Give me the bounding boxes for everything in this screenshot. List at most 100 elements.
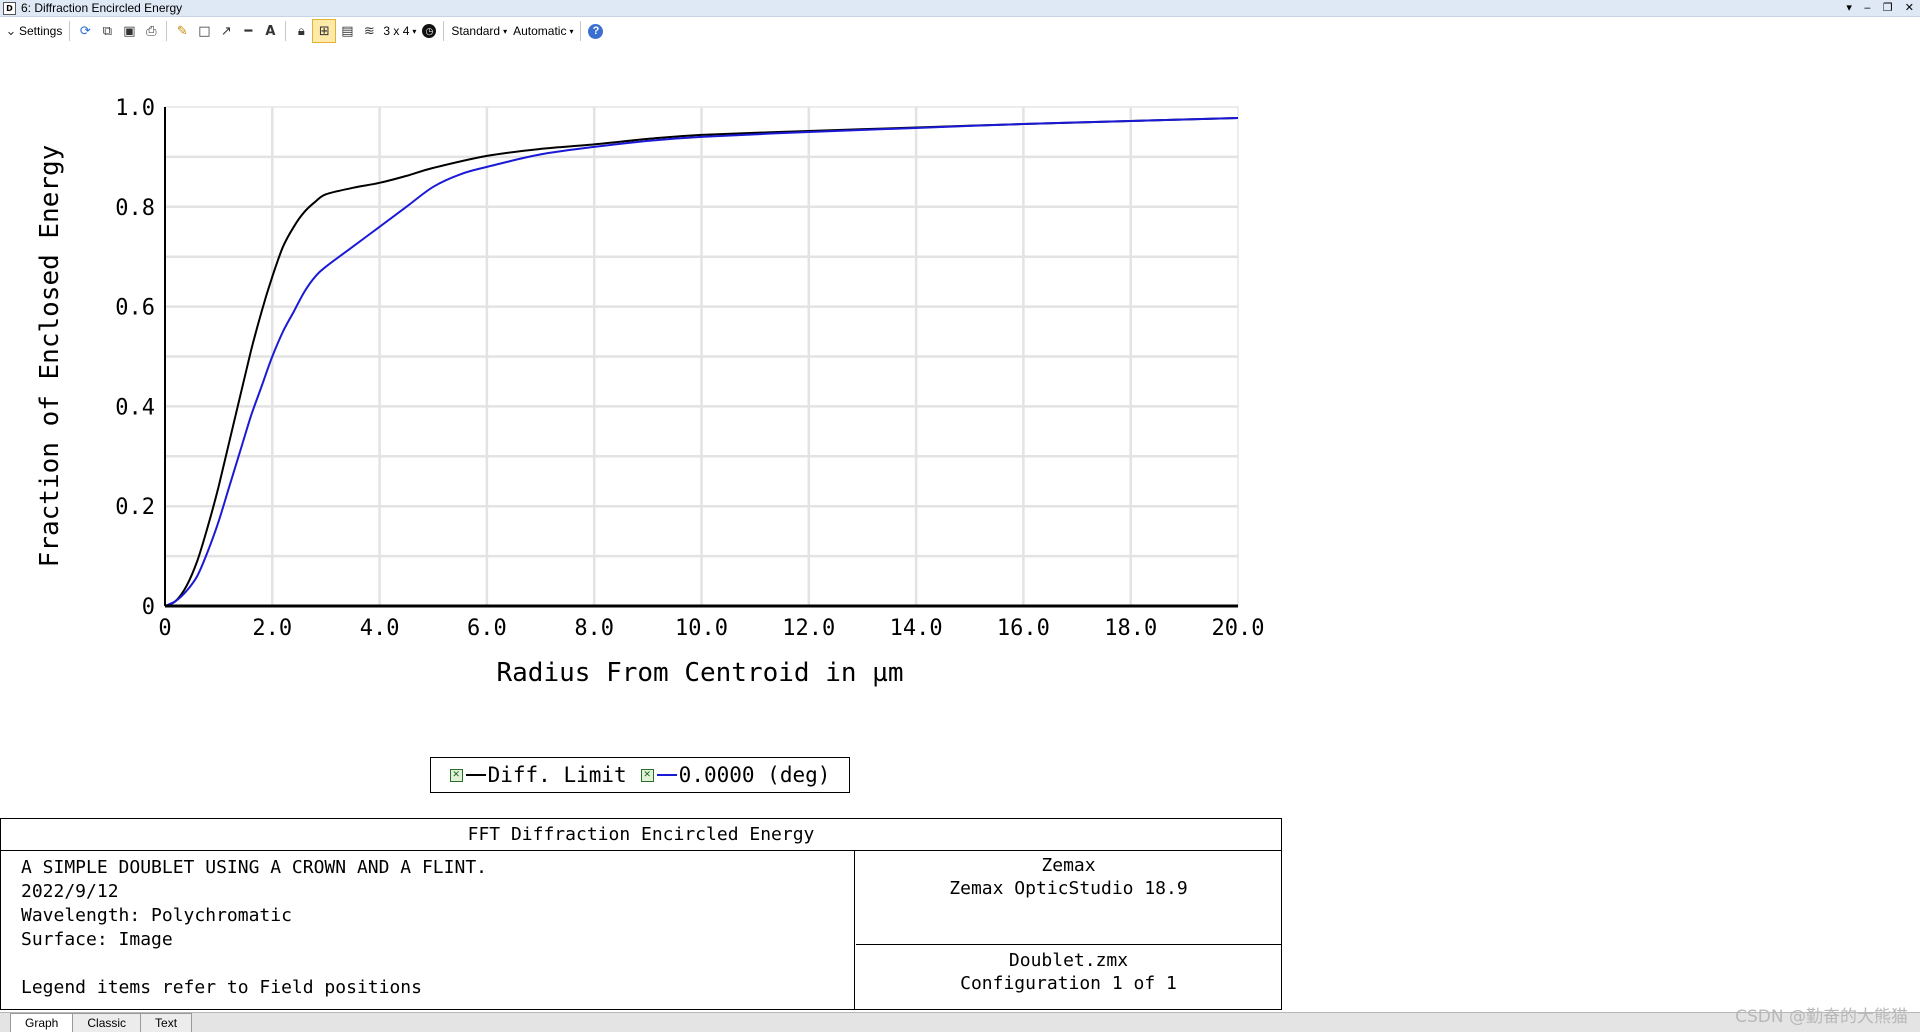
- window-title: 6: Diffraction Encircled Energy: [21, 1, 183, 15]
- text-button[interactable]: A: [259, 20, 281, 42]
- x-tick-label: 18.0: [1104, 616, 1157, 641]
- tab-graph[interactable]: Graph: [10, 1013, 74, 1032]
- save-icon: ▣: [123, 23, 136, 39]
- toolbar-divider: [166, 21, 168, 41]
- x-tick-label: 2.0: [252, 616, 292, 641]
- legend-swatch: [465, 774, 486, 776]
- configuration: Configuration 1 of 1: [960, 973, 1177, 994]
- info-left: A SIMPLE DOUBLET USING A CROWN AND A FLI…: [1, 851, 855, 1009]
- layers-button[interactable]: ≋: [358, 20, 380, 42]
- toolbar-divider: [69, 21, 71, 41]
- help-icon: ?: [588, 23, 604, 39]
- x-tick-label: 4.0: [360, 616, 400, 641]
- lock-button[interactable]: 🔒︎: [290, 20, 312, 42]
- automatic-dropdown[interactable]: Automatic ▾: [510, 20, 576, 42]
- vendor-name: Zemax: [1041, 855, 1096, 876]
- dropdown-arrow-icon[interactable]: ▾: [1846, 0, 1852, 16]
- copy-icon: ⧉: [102, 23, 112, 39]
- layout-button[interactable]: ⊞: [312, 19, 337, 43]
- info-line: 2022/9/12: [21, 881, 119, 902]
- legend-label: Diff. Limit: [487, 763, 627, 787]
- legend-item-diff-limit[interactable]: ✕ Diff. Limit: [449, 763, 627, 787]
- software-version: Zemax OpticStudio 18.9: [949, 878, 1188, 899]
- tab-classic[interactable]: Classic: [72, 1013, 142, 1032]
- window-icon: ▤: [341, 23, 354, 39]
- rectangle-icon: □: [198, 23, 211, 39]
- arrow-icon: ↗: [220, 23, 232, 39]
- y-tick-labels: 0 0.2 0.4 0.6 0.8 1.0: [115, 96, 155, 620]
- info-title: FFT Diffraction Encircled Energy: [1, 819, 1281, 851]
- help-button[interactable]: ?: [585, 20, 606, 42]
- toolbar-divider: [443, 21, 445, 41]
- checkbox-checked-icon[interactable]: ✕: [640, 768, 654, 782]
- settings-button[interactable]: ⌄ Settings: [0, 20, 65, 42]
- toolbar: ⌄ Settings ⟳ ⧉ ▣ ⎙ ✎ □ ↗ ━ A 🔒︎ ⊞ ▤ ≋ 3 …: [0, 18, 1920, 44]
- print-button[interactable]: ⎙: [140, 20, 162, 42]
- info-block: FFT Diffraction Encircled Energy A SIMPL…: [0, 818, 1282, 1010]
- x-tick-label: 20.0: [1212, 616, 1265, 641]
- title-bar: D 6: Diffraction Encircled Energy ▾ ‒ ❐ …: [0, 0, 1920, 17]
- file-name: Doublet.zmx: [1008, 950, 1129, 971]
- close-icon[interactable]: ✕: [1905, 0, 1914, 16]
- toolbar-divider: [580, 21, 582, 41]
- clock-button[interactable]: ◷: [419, 20, 439, 42]
- grid-size-dropdown[interactable]: 3 x 4 ▾: [380, 20, 419, 42]
- y-tick-label: 1.0: [115, 96, 155, 121]
- minimize-icon[interactable]: ‒: [1864, 0, 1871, 16]
- grid-size-label: 3 x 4: [383, 24, 410, 38]
- info-right-bottom: Doublet.zmx Configuration 1 of 1: [856, 946, 1281, 1012]
- x-tick-label: 14.0: [890, 616, 943, 641]
- view-tabs: Graph Classic Text: [0, 1012, 1920, 1032]
- save-button[interactable]: ▣: [118, 20, 140, 42]
- x-tick-label: 0: [158, 616, 171, 641]
- chevron-down-circle-icon: ⌄: [5, 23, 17, 39]
- x-tick-label: 12.0: [782, 616, 835, 641]
- pencil-icon: ✎: [176, 23, 188, 39]
- restore-icon[interactable]: ❐: [1883, 0, 1893, 16]
- arrow-button[interactable]: ↗: [215, 20, 237, 42]
- update-button[interactable]: ⟳: [74, 20, 96, 42]
- window-controls: ▾ ‒ ❐ ✕: [1846, 0, 1914, 16]
- x-axis-label: Radius From Centroid in µm: [497, 658, 904, 688]
- caret-down-icon: ▾: [569, 26, 574, 36]
- chart-legend: ✕ Diff. Limit ✕ 0.0000 (deg): [430, 757, 850, 793]
- legend-label: 0.0000 (deg): [678, 763, 831, 787]
- x-tick-label: 10.0: [675, 616, 728, 641]
- clock-icon: ◷: [422, 24, 437, 38]
- y-tick-label: 0.6: [115, 296, 155, 321]
- y-tick-label: 0.8: [115, 196, 155, 221]
- y-tick-label: 0.2: [115, 495, 155, 520]
- info-line: Surface: Image: [21, 929, 173, 950]
- app-icon: D: [3, 2, 16, 15]
- x-tick-label: 6.0: [467, 616, 507, 641]
- layers-icon: ≋: [363, 23, 375, 39]
- x-tick-label: 8.0: [574, 616, 614, 641]
- checkbox-checked-icon[interactable]: ✕: [449, 768, 463, 782]
- toolbar-divider: [285, 21, 287, 41]
- settings-label: Settings: [19, 24, 63, 38]
- legend-item-field[interactable]: ✕ 0.0000 (deg): [640, 763, 831, 787]
- text-icon: A: [265, 23, 276, 39]
- window-button[interactable]: ▤: [336, 20, 358, 42]
- y-tick-label: 0.4: [115, 395, 155, 420]
- print-icon: ⎙: [146, 23, 157, 39]
- legend-swatch: [656, 774, 677, 776]
- tab-text[interactable]: Text: [140, 1013, 193, 1032]
- lock-icon: 🔒︎: [297, 23, 305, 39]
- info-line: A SIMPLE DOUBLET USING A CROWN AND A FLI…: [21, 857, 487, 878]
- info-line: Legend items refer to Field positions: [21, 977, 422, 998]
- automatic-label: Automatic: [513, 24, 567, 38]
- x-tick-label: 16.0: [997, 616, 1050, 641]
- standard-dropdown[interactable]: Standard ▾: [448, 20, 510, 42]
- caret-down-icon: ▾: [503, 26, 508, 36]
- info-right-top: Zemax Zemax OpticStudio 18.9: [856, 851, 1281, 945]
- line-button[interactable]: ━: [237, 20, 259, 42]
- caret-down-icon: ▾: [412, 26, 417, 36]
- layout-grid-icon: ⊞: [318, 23, 330, 39]
- copy-button[interactable]: ⧉: [96, 20, 118, 42]
- rectangle-button[interactable]: □: [193, 20, 215, 42]
- pencil-button[interactable]: ✎: [171, 20, 193, 42]
- x-tick-labels: 0 2.0 4.0 6.0 8.0 10.0 12.0 14.0 16.0 18.0 20.0: [158, 616, 1264, 641]
- y-axis-label: Fraction of Enclosed Energy: [35, 145, 65, 568]
